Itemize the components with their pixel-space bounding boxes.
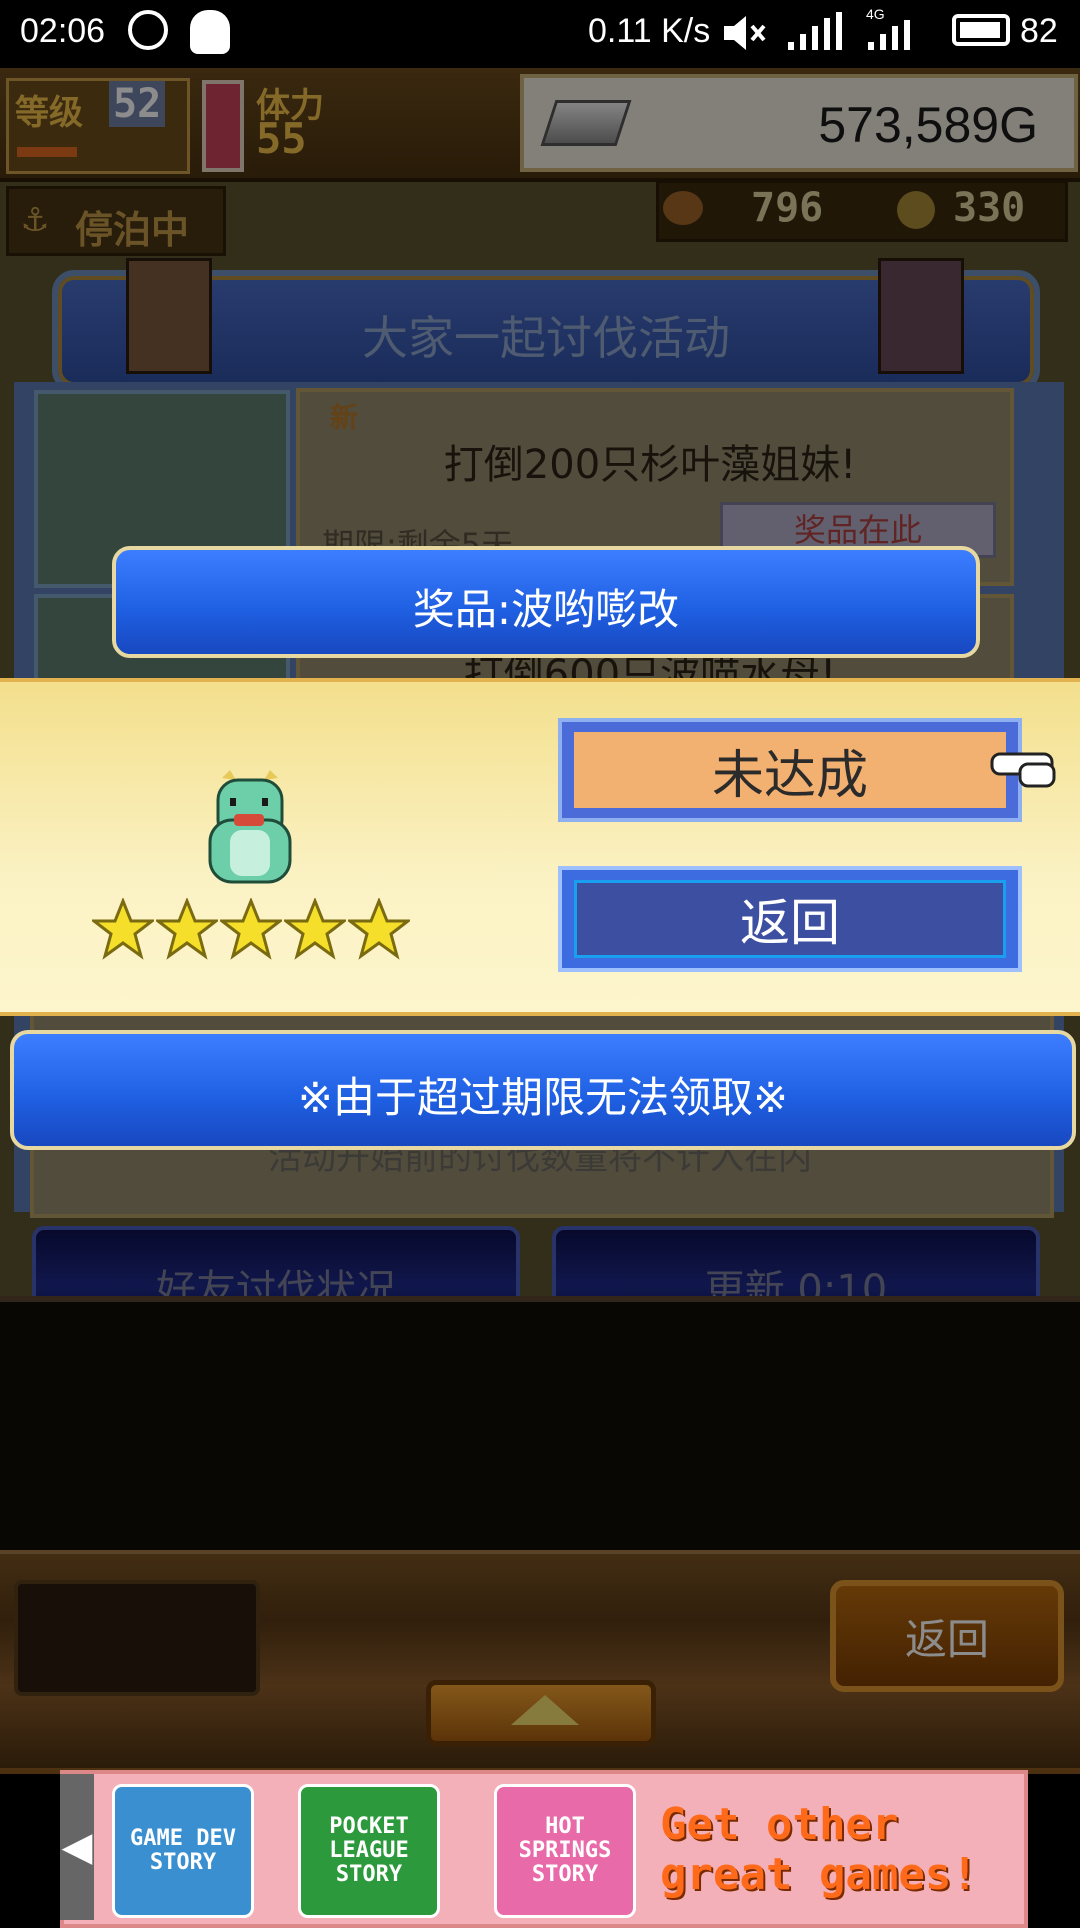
- star-icon: [92, 898, 154, 960]
- pointer-hand-icon: [990, 744, 1062, 794]
- expired-notice: ※由于超过期限无法领取※: [297, 1073, 789, 1122]
- star-icon: [220, 898, 282, 960]
- qq-icon: [190, 10, 230, 54]
- ad-hot-springs-story-label: HOT SPRINGS STORY: [518, 1814, 612, 1887]
- mute-icon: [722, 14, 768, 56]
- ad-pocket-league-story-label: POCKET LEAGUE STORY: [329, 1814, 409, 1887]
- monster-sprite-icon: [200, 770, 300, 894]
- star-icon: [156, 898, 218, 960]
- prize-title: 奖品:波哟嘭改: [412, 585, 680, 634]
- ad-pocket-league-story[interactable]: POCKET LEAGUE STORY: [298, 1784, 440, 1918]
- back-button-dialog[interactable]: 返回: [558, 866, 1022, 972]
- star-icon: [348, 898, 410, 960]
- not-achieved-button[interactable]: 未达成: [558, 718, 1022, 822]
- signal-icon: [786, 12, 846, 56]
- not-achieved-label: 未达成: [574, 732, 1006, 808]
- app-notification-icon: [128, 10, 168, 50]
- battery-icon: [952, 14, 1010, 46]
- ad-prev-arrow-icon[interactable]: ◀: [60, 1774, 94, 1920]
- status-bar: 02:06 0.11 K/s 4G 82: [0, 0, 1080, 68]
- battery-fill: [960, 22, 1000, 38]
- status-time: 02:06: [20, 12, 106, 50]
- ad-hot-springs-story[interactable]: HOT SPRINGS STORY: [494, 1784, 636, 1918]
- back-dialog-label: 返回: [574, 880, 1006, 958]
- ad-game-dev-story[interactable]: GAME DEV STORY: [112, 1784, 254, 1918]
- expired-notice-banner: ※由于超过期限无法领取※: [10, 1030, 1076, 1150]
- ad-cta-text[interactable]: Get other great games!: [660, 1800, 1000, 1900]
- ad-game-dev-story-label: GAME DEV STORY: [130, 1826, 236, 1875]
- net-speed: 0.11 K/s: [588, 12, 711, 50]
- star-icon: [284, 898, 346, 960]
- signal-4g-icon: [866, 18, 922, 56]
- prize-banner: 奖品:波哟嘭改: [112, 546, 980, 658]
- battery-level: 82: [1020, 12, 1058, 50]
